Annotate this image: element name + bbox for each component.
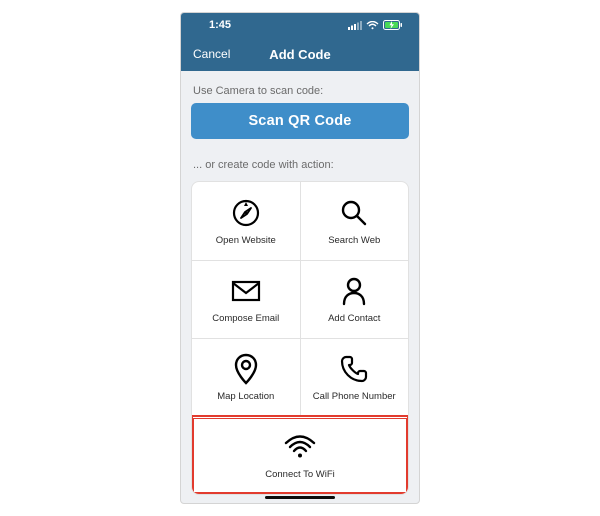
wifi-status-icon — [366, 21, 379, 30]
wifi-icon — [284, 431, 316, 463]
location-icon — [234, 353, 258, 385]
compass-icon — [231, 197, 261, 229]
action-label: Compose Email — [212, 313, 279, 324]
scan-section-label: Use Camera to scan code: — [191, 79, 409, 103]
action-add-contact[interactable]: Add Contact — [301, 261, 409, 338]
create-section-label: ... or create code with action: — [191, 153, 409, 177]
action-label: Map Location — [217, 391, 274, 402]
action-label: Open Website — [216, 235, 276, 246]
action-row-highlighted: Connect To WiFi — [192, 416, 408, 494]
action-label: Connect To WiFi — [265, 469, 335, 480]
cancel-button[interactable]: Cancel — [193, 47, 230, 61]
action-call-phone[interactable]: Call Phone Number — [301, 339, 409, 416]
home-indicator[interactable] — [265, 496, 335, 499]
signal-icon — [348, 21, 362, 30]
action-open-website[interactable]: Open Website — [192, 182, 301, 260]
nav-bar: Cancel Add Code — [181, 37, 419, 71]
search-icon — [340, 197, 368, 229]
action-row: Open Website Search Web — [192, 182, 408, 260]
action-row: Map Location Call Phone Number — [192, 338, 408, 416]
phone-frame: 1:45 Cancel Add Code Use Camera to scan … — [180, 12, 420, 504]
action-label: Call Phone Number — [313, 391, 396, 402]
action-label: Add Contact — [328, 313, 380, 324]
action-row: Compose Email Add Contact — [192, 260, 408, 338]
content: Use Camera to scan code: Scan QR Code ..… — [181, 71, 419, 503]
status-bar: 1:45 — [181, 13, 419, 37]
phone-icon — [340, 353, 368, 385]
action-label: Search Web — [328, 235, 380, 246]
page-title: Add Code — [269, 47, 330, 62]
contact-icon — [341, 275, 367, 307]
status-time: 1:45 — [209, 19, 231, 31]
email-icon — [231, 275, 261, 307]
battery-icon — [383, 20, 403, 30]
status-icons — [348, 20, 403, 30]
scan-qr-button[interactable]: Scan QR Code — [191, 103, 409, 139]
action-map-location[interactable]: Map Location — [192, 339, 301, 416]
action-search-web[interactable]: Search Web — [301, 182, 409, 260]
action-compose-email[interactable]: Compose Email — [192, 261, 301, 338]
action-grid: Open Website Search Web Compose Email — [191, 181, 409, 495]
action-connect-wifi[interactable]: Connect To WiFi — [192, 417, 408, 494]
